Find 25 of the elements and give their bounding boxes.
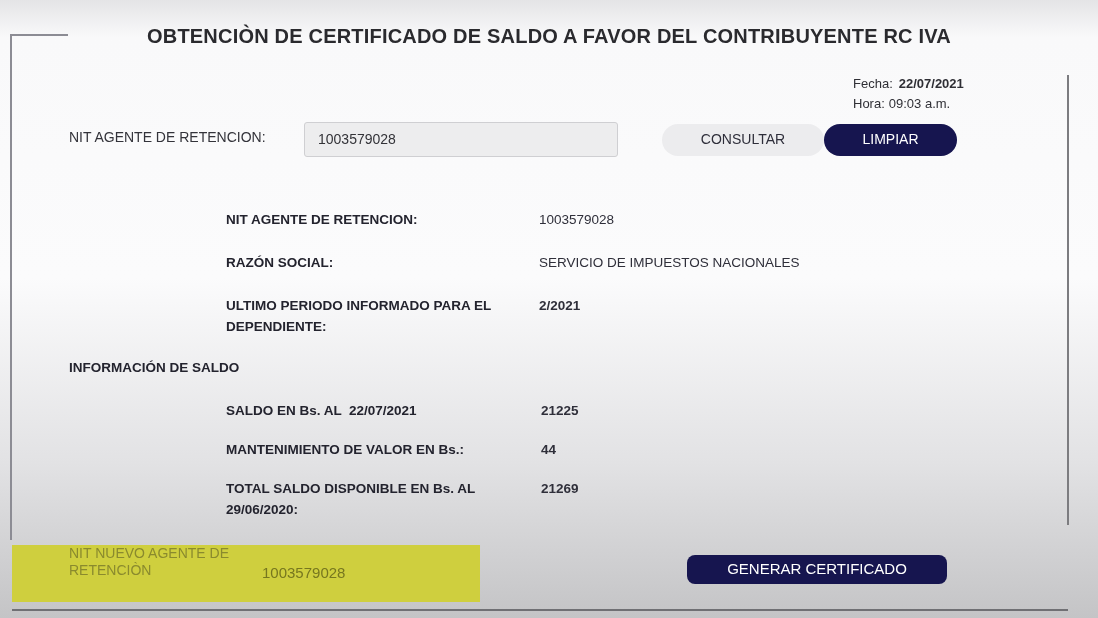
nit-value: 1003579028: [262, 564, 346, 582]
time-value: 09:03 a.m.: [888, 95, 951, 113]
field-label: ULTIMO PERIODO INFORMADO PARA EL DEPENDIENTE:: [226, 297, 492, 336]
action-button[interactable]: LIMPIAR: [824, 123, 957, 156]
field-label: MANTENIMIENTO DE VALOR EN Bs.:: [226, 441, 465, 459]
page-title: OBTENCIÒN DE CERTIFICADO DE SALDO A FAVOR DEL CONTRIBUYENTE RC IVA: [147, 24, 951, 48]
field-label: NIT AGENTE DE RETENCION:: [226, 211, 419, 229]
section-heading: INFORMACIÓN DE SALDO: [69, 360, 240, 375]
field-label: RAZÓN SOCIAL:: [226, 254, 335, 272]
date-label: Fecha:: [853, 75, 893, 93]
field-value: 21225: [541, 402, 579, 420]
date-value: 22/07/2021: [898, 75, 964, 93]
field-value: 21269: [541, 480, 579, 498]
nit-input-field[interactable]: 1003579028: [304, 122, 618, 157]
field-value: SERVICIO DE IMPUESTOS NACIONALES: [539, 254, 800, 272]
field-label: TOTAL SALDO DISPONIBLE EN Bs. AL 29/06/2020:: [226, 480, 477, 519]
field-value: 44: [541, 441, 557, 459]
time-label: Hora:: [853, 95, 885, 113]
field-label: SALDO EN Bs. AL 22/07/2021: [226, 402, 418, 420]
field-label: NIT NUEVO AGENTE DE RETENCIÒN: [69, 545, 230, 579]
generate-certificate-button[interactable]: GENERAR CERTIFICADO: [687, 555, 947, 584]
action-button[interactable]: CONSULTAR: [662, 123, 824, 156]
field-label: NIT AGENTE DE RETENCION:: [69, 127, 267, 146]
field-value: 1003579028: [539, 211, 615, 229]
field-value: 2/2021: [539, 297, 581, 315]
